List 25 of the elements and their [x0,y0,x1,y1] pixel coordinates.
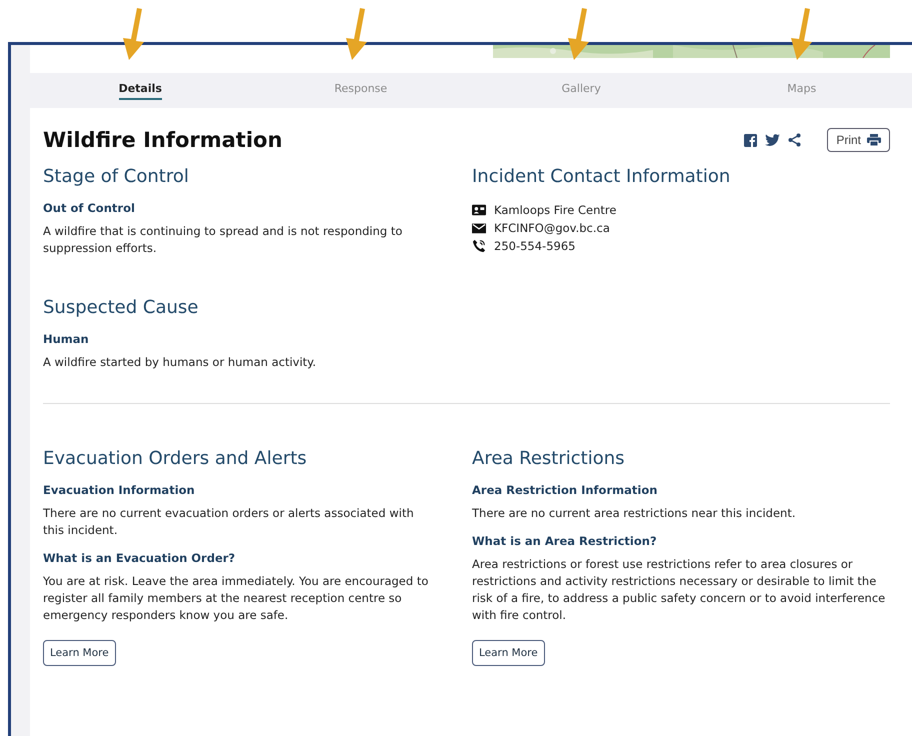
contact-text: 250-554-5965 [494,238,576,255]
question-heading: What is an Evacuation Order? [43,551,236,565]
section-heading: Evacuation Orders and Alerts [43,448,308,469]
tab[interactable]: Details [118,82,162,100]
section-label: Evacuation Information [43,483,196,497]
section-text: There are no current area restrictions near this incident. [472,505,797,522]
section-heading: Incident Contact Information [472,166,732,187]
contact-text: Kamloops Fire Centre [494,202,616,219]
print-button[interactable]: Print [827,128,890,152]
section-label: Human [43,332,90,346]
section-label: Area Restriction Information [472,483,658,497]
section-text: A wildfire that is continuing to spread and is not responding to suppression efforts. [43,223,404,257]
section-heading: Stage of Control [43,166,190,187]
answer-text: You are at risk. Leave the area immediately. You are encouraged to register all family members at the nearest reception centre so emergency responders know you are safe. [43,573,430,624]
section-heading: Suspected Cause [43,297,200,318]
learn-more-button[interactable]: Learn More [472,640,545,666]
section-label: Out of Control [43,201,136,215]
section-text: There are no current evacuation orders or alerts associated with this incident. [43,505,415,539]
section-heading: Area Restrictions [472,448,626,469]
contact-text: KFCINFO@gov.bc.ca [494,220,610,237]
question-heading: What is an Area Restriction? [472,534,658,548]
page-title: Wildfire Information [43,128,282,152]
learn-more-button[interactable]: Learn More [43,640,116,666]
answer-text: Area restrictions or forest use restrictions refer to area closures or restrictions and activity restrictions necessary or desirable to limit the risk of a fire, to address a public safety concern or to avoid interference with fire control. [472,556,886,624]
section-text: A wildfire started by humans or human activity. [43,354,318,371]
